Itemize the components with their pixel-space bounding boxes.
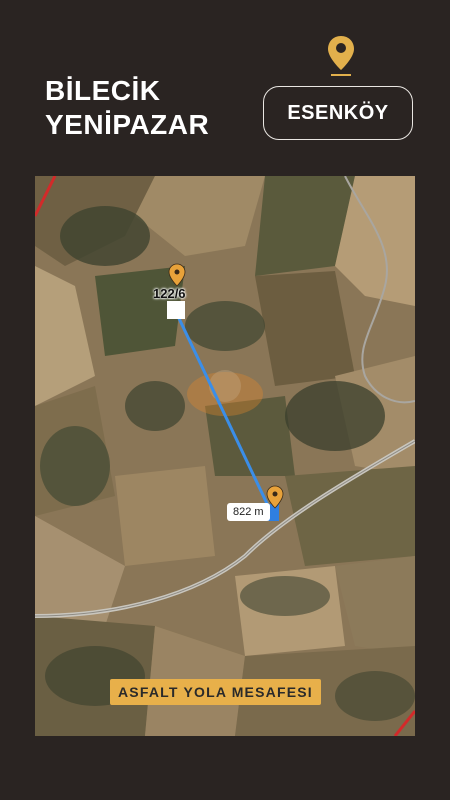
page-title: BİLECİK YENİPAZAR	[45, 74, 209, 142]
parcel-marker[interactable]	[167, 301, 185, 319]
map-pin-icon	[328, 36, 354, 76]
parcel-number: 122/6	[153, 286, 186, 301]
title-line-district: YENİPAZAR	[45, 109, 210, 140]
title-line-city: BİLECİK	[45, 75, 161, 106]
distance-caption: ASFALT YOLA MESAFESI	[110, 679, 321, 705]
distance-label: 822 m	[227, 503, 270, 521]
location-badge[interactable]: ESENKÖY	[263, 86, 413, 140]
map-imagery	[35, 176, 415, 736]
satellite-map[interactable]: 122/6 822 m ASFALT YOLA MESAFESI	[35, 176, 415, 736]
